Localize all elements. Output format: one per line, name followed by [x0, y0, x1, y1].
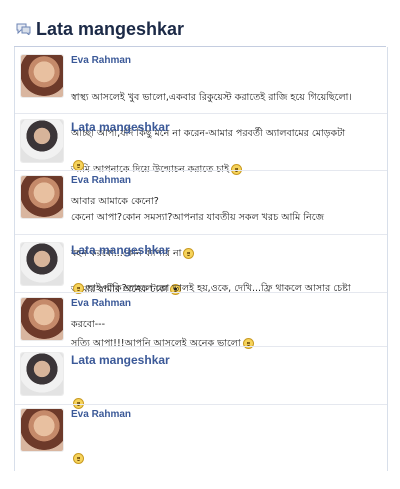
- eva-avatar[interactable]: [21, 176, 63, 218]
- eva-avatar[interactable]: [21, 409, 63, 451]
- message-item: Eva Rahman: [15, 404, 387, 471]
- sender-name[interactable]: Eva Rahman: [71, 175, 131, 186]
- message-item: Lata mangeshkar আবার আমাকে কেনো?: [15, 113, 387, 207]
- sender-name[interactable]: Lata mangeshkar: [71, 353, 170, 367]
- eva-avatar[interactable]: [21, 298, 63, 340]
- message-item: Eva Rahman স্বাস্থ্য আসলেই খুব ভালো,একবা…: [15, 47, 387, 175]
- sender-name[interactable]: Eva Rahman: [71, 55, 131, 66]
- message-item: Eva Rahman সত্যি আপা!!!আপনি আসলেই অনেক ভ…: [15, 292, 387, 349]
- sender-name[interactable]: Eva Rahman: [71, 409, 131, 420]
- message-item: Eva Rahman কেনো আপা?কোন সমস্যা?আপনার যাব…: [15, 170, 387, 295]
- message-line: স্বাস্থ্য আসলেই খুব ভালো,একবার রিকুয়েস্…: [71, 92, 352, 103]
- eva-avatar[interactable]: [21, 55, 63, 97]
- message-item: Lata mangeshkar তাই নাকি?তাহলে তো ভালই হ…: [15, 234, 387, 330]
- embarrassed-icon: [73, 453, 84, 464]
- lata-avatar[interactable]: [21, 120, 63, 162]
- message-line: কেনো আপা?কোন সমস্যা?আপনার যাবতীয় সকল খর…: [71, 212, 325, 223]
- message-item: Lata mangeshkar: [15, 346, 387, 409]
- chat-header: Lata mangeshkar: [16, 12, 390, 46]
- sender-name[interactable]: Lata mangeshkar: [71, 120, 170, 134]
- message-text: [71, 429, 377, 489]
- lata-avatar[interactable]: [21, 353, 63, 395]
- conversation-title: Lata mangeshkar: [36, 18, 185, 39]
- chat-bubbles-icon: [16, 23, 31, 35]
- sender-name[interactable]: Lata mangeshkar: [71, 243, 170, 257]
- lata-avatar[interactable]: [21, 243, 63, 285]
- message-thread[interactable]: Eva Rahman স্বাস্থ্য আসলেই খুব ভালো,একবা…: [14, 47, 388, 471]
- sender-name[interactable]: Eva Rahman: [71, 298, 131, 309]
